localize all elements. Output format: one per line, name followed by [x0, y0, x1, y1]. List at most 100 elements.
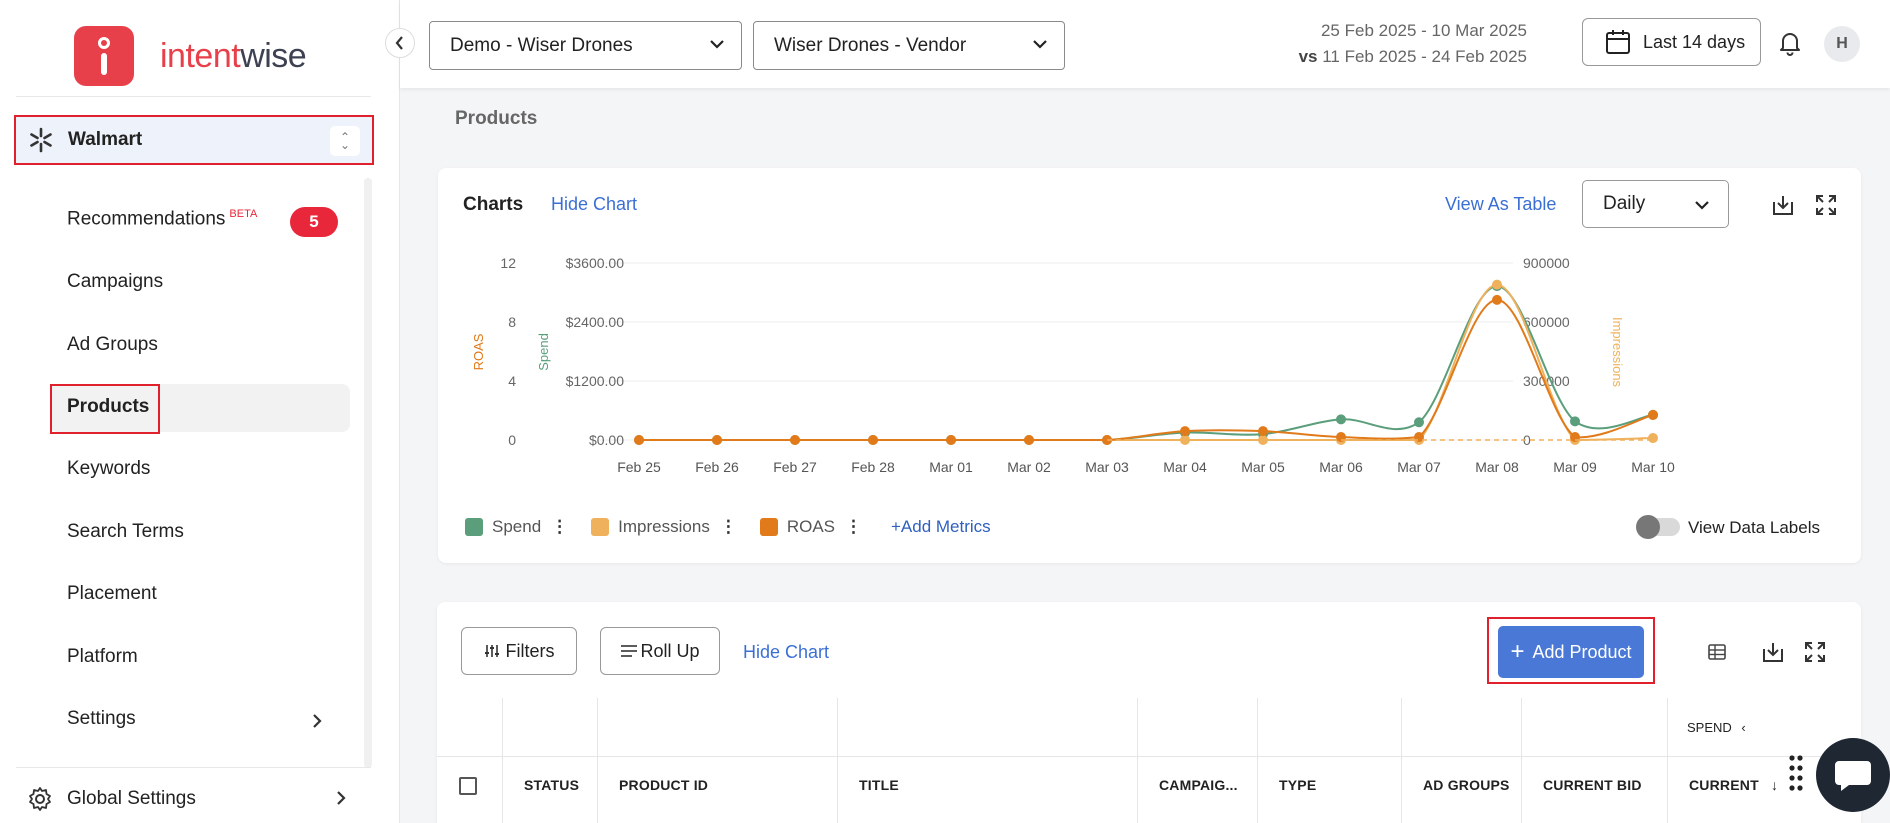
beta-tag: BETA: [229, 208, 258, 220]
x-tick-label: Mar 09: [1553, 459, 1597, 475]
kebab-menu-icon[interactable]: ⋮: [720, 517, 737, 537]
roas-tick-label: 0: [508, 432, 516, 448]
download-icon[interactable]: [1761, 640, 1785, 664]
sort-down-icon[interactable]: ↓: [1771, 777, 1778, 793]
chevron-right-icon[interactable]: [335, 790, 347, 806]
page-title: Products: [455, 108, 538, 129]
expand-icon[interactable]: [1803, 640, 1827, 664]
retailer-name: Walmart: [68, 129, 143, 150]
select-all-checkbox[interactable]: [459, 777, 477, 795]
impressions-tick-label: 600000: [1523, 314, 1570, 330]
spend-axis-title: Spend: [536, 333, 551, 371]
walmart-spark-icon: [30, 127, 52, 153]
spend-tick-label: $3600.00: [566, 255, 625, 271]
add-product-button[interactable]: + Add Product: [1498, 626, 1644, 678]
bell-icon[interactable]: [1778, 30, 1802, 56]
data-point-roas: [868, 435, 878, 445]
data-point-impressions: [1648, 433, 1658, 444]
x-tick-label: Mar 06: [1319, 459, 1363, 475]
x-tick-label: Mar 03: [1085, 459, 1129, 475]
column-header-current-bid[interactable]: CURRENT BID: [1543, 777, 1642, 793]
retailer-switch-icon[interactable]: ⌃ ⌄: [330, 126, 360, 156]
brand-name-part1: intent: [160, 36, 241, 75]
sidebar-collapse-button[interactable]: [385, 28, 415, 58]
kebab-menu-icon[interactable]: ⋮: [845, 517, 862, 537]
vs-label: vs: [1298, 47, 1318, 66]
retailer-selector[interactable]: Walmart ⌃ ⌄: [14, 115, 374, 165]
series-line-impressions: [639, 283, 1654, 442]
legend-label-impressions: Impressions: [618, 517, 710, 536]
lines-icon: [621, 645, 638, 657]
nav-item-global-settings[interactable]: Global Settings: [67, 788, 196, 810]
column-header-ad-groups[interactable]: AD GROUPS: [1423, 777, 1510, 793]
chat-icon: [1835, 761, 1871, 791]
brand-logo[interactable]: intentwise: [74, 26, 307, 86]
divider: [16, 767, 371, 768]
data-point-roas: [634, 435, 644, 445]
data-point-roas: [1492, 294, 1502, 305]
x-tick-label: Feb 28: [851, 459, 895, 475]
table-columns-icon[interactable]: [1707, 642, 1727, 662]
date-range-button[interactable]: Last 14 days: [1582, 18, 1761, 66]
impressions-tick-label: 900000: [1523, 255, 1570, 271]
nav-item-ad-groups[interactable]: Ad Groups: [67, 334, 158, 356]
nav-item-placement[interactable]: Placement: [67, 583, 157, 605]
roll-up-label: Roll Up: [640, 640, 700, 661]
sidebar-scrollbar[interactable]: [364, 178, 372, 768]
roas-tick-label: 4: [508, 373, 516, 389]
x-tick-label: Mar 02: [1007, 459, 1051, 475]
account-select-value: Demo - Wiser Drones: [450, 34, 633, 56]
compare-date-range: 11 Feb 2025 - 24 Feb 2025: [1322, 47, 1527, 66]
filters-button[interactable]: Filters: [461, 627, 577, 675]
chart-card: Charts Hide Chart View As Table Daily 0 $…: [438, 168, 1861, 563]
nav-item-campaigns[interactable]: Campaigns: [67, 271, 163, 293]
column-header-status[interactable]: STATUS: [524, 777, 579, 793]
data-point-roas: [1180, 426, 1190, 437]
plus-icon: +: [1510, 638, 1525, 665]
add-metrics-link[interactable]: +Add Metrics: [891, 517, 991, 537]
add-product-label: Add Product: [1532, 641, 1632, 662]
x-tick-label: Mar 10: [1631, 459, 1675, 475]
nav-item-settings[interactable]: Settings: [67, 708, 136, 730]
profile-select[interactable]: Wiser Drones - Vendor: [753, 21, 1065, 70]
products-table-card: Filters Roll Up Hide Chart + Add Product…: [437, 602, 1861, 823]
user-avatar[interactable]: H: [1824, 26, 1860, 62]
column-header-product-id[interactable]: PRODUCT ID: [619, 777, 708, 793]
hide-chart-link[interactable]: Hide Chart: [743, 642, 829, 663]
chat-support-button[interactable]: [1816, 738, 1890, 812]
nav-item-recommendations[interactable]: Recommendations BETA: [67, 208, 257, 230]
data-point-roas: [1648, 409, 1658, 420]
drag-handle-icon[interactable]: [1788, 754, 1804, 794]
spend-tick-label: $1200.00: [566, 373, 625, 389]
spend-tick-label: $0.00: [589, 432, 624, 448]
data-point-spend: [1336, 414, 1346, 425]
filters-label: Filters: [505, 640, 555, 661]
nav-item-keywords[interactable]: Keywords: [67, 458, 150, 480]
column-header-type[interactable]: TYPE: [1279, 777, 1316, 793]
roas-axis-title: ROAS: [471, 333, 486, 370]
legend-swatch-spend: [465, 518, 483, 536]
column-header-title[interactable]: TITLE: [859, 777, 899, 793]
account-select[interactable]: Demo - Wiser Drones: [429, 21, 742, 70]
x-tick-label: Mar 05: [1241, 459, 1285, 475]
nav-item-products-highlight-box: [50, 384, 160, 434]
table-header-divider: [437, 756, 1861, 757]
data-point-roas: [790, 435, 800, 445]
series-line-roas: [639, 298, 1654, 442]
logo-mark-icon: [74, 26, 134, 86]
chevron-right-icon[interactable]: [311, 713, 323, 729]
brand-name-part2: wise: [240, 36, 307, 75]
nav-item-platform[interactable]: Platform: [67, 646, 138, 668]
profile-select-value: Wiser Drones - Vendor: [774, 34, 967, 56]
view-data-labels-label: View Data Labels: [1688, 518, 1820, 537]
x-tick-label: Feb 25: [617, 459, 661, 475]
chevron-left-icon[interactable]: ‹: [1741, 720, 1745, 735]
view-data-labels-toggle[interactable]: [1636, 515, 1680, 539]
spend-column-group[interactable]: SPEND ‹: [1687, 720, 1746, 735]
nav-item-search-terms[interactable]: Search Terms: [67, 521, 184, 543]
roll-up-button[interactable]: Roll Up: [600, 627, 720, 675]
column-header-campaign[interactable]: CAMPAIG...: [1159, 777, 1238, 793]
column-header-current-spend[interactable]: CURRENT ↓: [1689, 777, 1778, 793]
kebab-menu-icon[interactable]: ⋮: [551, 517, 568, 537]
chevron-down-icon: [710, 40, 724, 49]
